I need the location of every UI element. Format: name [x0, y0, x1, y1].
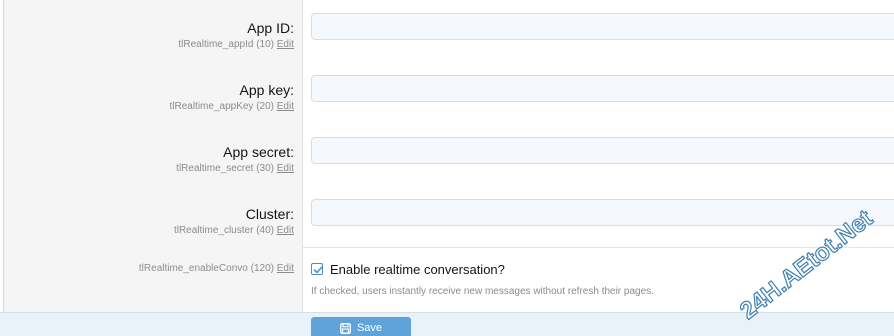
app-key-label-block: App key: tlRealtime_appKey (20) Edit — [169, 82, 294, 113]
app-key-edit-link[interactable]: Edit — [277, 101, 294, 112]
app-key-label: App key: — [239, 82, 294, 98]
app-secret-input[interactable] — [311, 137, 894, 164]
save-icon — [340, 322, 351, 334]
app-secret-label: App secret: — [223, 144, 294, 160]
enable-convo-checkbox-label[interactable]: Enable realtime conversation? — [330, 262, 505, 277]
options-form: App ID: tlRealtime_appId (10) Edit App k… — [0, 0, 894, 336]
save-button-label: Save — [356, 322, 383, 334]
row-divider — [302, 247, 894, 248]
enable-convo-label-block: tlRealtime_enableConvo (120) Edit — [139, 263, 294, 275]
app-secret-label-block: App secret: tlRealtime_secret (30) Edit — [176, 144, 294, 175]
cluster-hint: tlRealtime_cluster (40) Edit — [174, 225, 294, 237]
enable-convo-edit-link[interactable]: Edit — [277, 263, 294, 274]
app-id-label: App ID: — [247, 20, 294, 36]
cluster-option-id: tlRealtime_cluster (40) — [173, 225, 274, 236]
cluster-label: Cluster: — [245, 206, 294, 222]
enable-convo-checkbox[interactable] — [311, 263, 323, 275]
cluster-edit-link[interactable]: Edit — [277, 225, 294, 236]
app-secret-edit-link[interactable]: Edit — [277, 163, 294, 174]
app-id-option-id: tlRealtime_appId (10) — [178, 39, 274, 50]
app-key-hint: tlRealtime_appKey (20) Edit — [169, 101, 294, 113]
checkmark-icon — [313, 266, 323, 274]
cluster-input[interactable] — [311, 199, 894, 226]
app-key-input[interactable] — [311, 75, 894, 102]
app-secret-option-id: tlRealtime_secret (30) — [176, 163, 274, 174]
enable-convo-hint: tlRealtime_enableConvo (120) Edit — [139, 263, 294, 275]
app-id-hint: tlRealtime_appId (10) Edit — [178, 39, 294, 51]
app-key-option-id: tlRealtime_appKey (20) — [169, 101, 274, 112]
enable-convo-explain: If checked, users instantly receive new … — [311, 286, 654, 297]
app-id-input[interactable] — [311, 13, 894, 40]
cluster-label-block: Cluster: tlRealtime_cluster (40) Edit — [174, 206, 294, 237]
enable-convo-option-id: tlRealtime_enableConvo (120) — [138, 263, 274, 274]
svg-text:24H.AEtot.Net: 24H.AEtot.Net — [738, 210, 878, 325]
app-id-label-block: App ID: tlRealtime_appId (10) Edit — [178, 20, 294, 51]
form-footer — [0, 312, 894, 336]
app-id-edit-link[interactable]: Edit — [277, 39, 294, 50]
save-button[interactable]: Save — [311, 317, 411, 336]
app-secret-hint: tlRealtime_secret (30) Edit — [176, 163, 294, 175]
